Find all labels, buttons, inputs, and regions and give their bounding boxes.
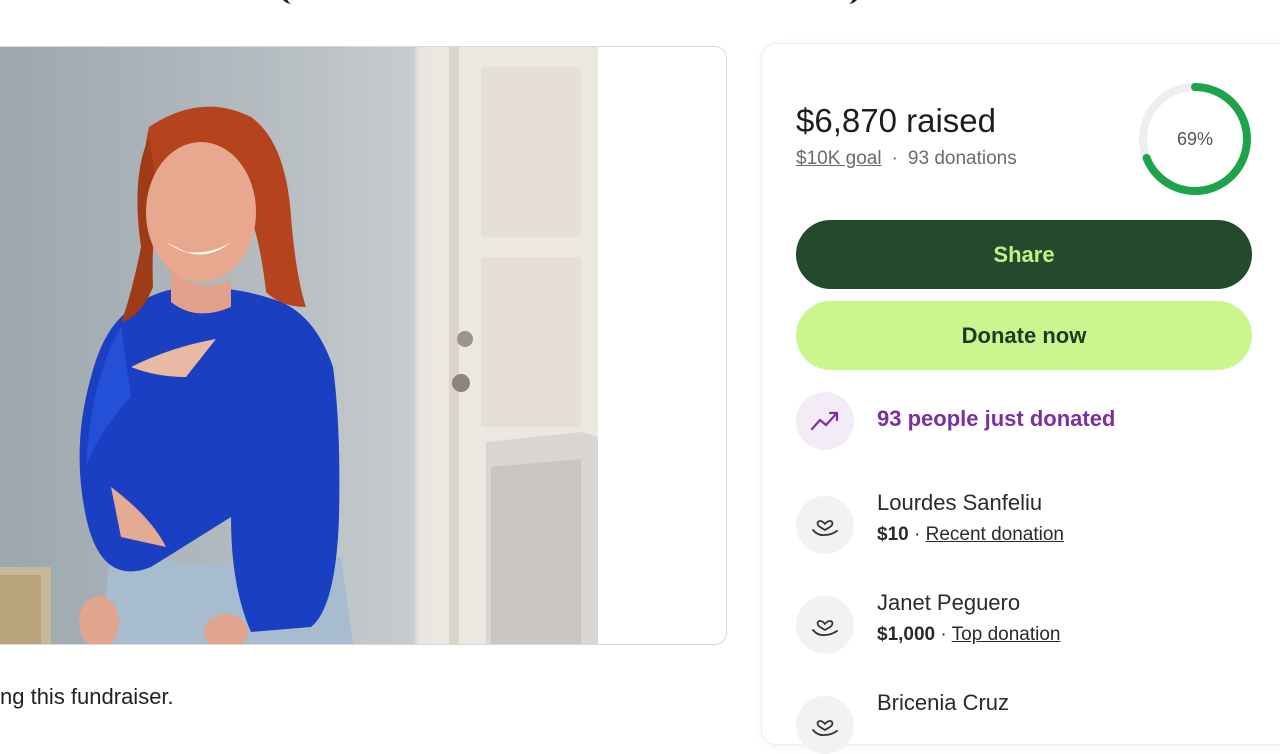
hand-heart-icon [812, 620, 838, 637]
donor-icon-circle [796, 696, 854, 754]
progress-percent: 69% [1176, 129, 1214, 149]
top-donation-link[interactable]: Top donation [952, 624, 1061, 645]
hand-heart-icon [812, 520, 838, 537]
campaign-photo [0, 47, 598, 644]
trend-icon-circle [796, 392, 854, 450]
donor-detail: $10 · Recent donation [877, 524, 1064, 546]
title-close-paren [840, 0, 860, 4]
story-caption: ng this fundraiser. [0, 684, 174, 709]
donation-panel: $6,870 raised $10K goal · 93 donations 69%… [762, 44, 1280, 754]
donor-amount: $10 [877, 524, 909, 545]
share-button[interactable]: Share [796, 220, 1252, 289]
trending-up-icon [810, 411, 839, 431]
donor-amount: $1,000 [877, 624, 936, 645]
recent-donors-label: 93 people just donated [877, 406, 1116, 431]
donor-separator: · [935, 624, 952, 645]
donor-detail: $1,000 · Top donation [877, 624, 1061, 646]
title-open-paren [280, 0, 300, 4]
recent-donation-link[interactable]: Recent donation [926, 524, 1064, 545]
donor-name: Bricenia Cruz [877, 690, 1010, 715]
donor-separator: · [908, 524, 926, 545]
donations-count: 93 donations [907, 148, 1017, 169]
page-title-clipped [270, 0, 870, 4]
hand-heart-icon [812, 720, 838, 737]
goal-link[interactable]: $10K goal [796, 148, 882, 169]
goal-meta: $10K goal · 93 donations [796, 148, 1017, 170]
campaign-photo-card [0, 46, 727, 645]
donor-icon-circle [796, 596, 854, 654]
photo-illustration [0, 47, 598, 644]
donor-name: Janet Peguero [877, 590, 1021, 615]
meta-separator: · [891, 148, 898, 169]
donor-icon-circle [796, 496, 854, 554]
amount-raised: $6,870 raised [796, 102, 996, 139]
donate-now-button[interactable]: Donate now [796, 301, 1252, 370]
donor-name: Lourdes Sanfeliu [877, 490, 1043, 515]
